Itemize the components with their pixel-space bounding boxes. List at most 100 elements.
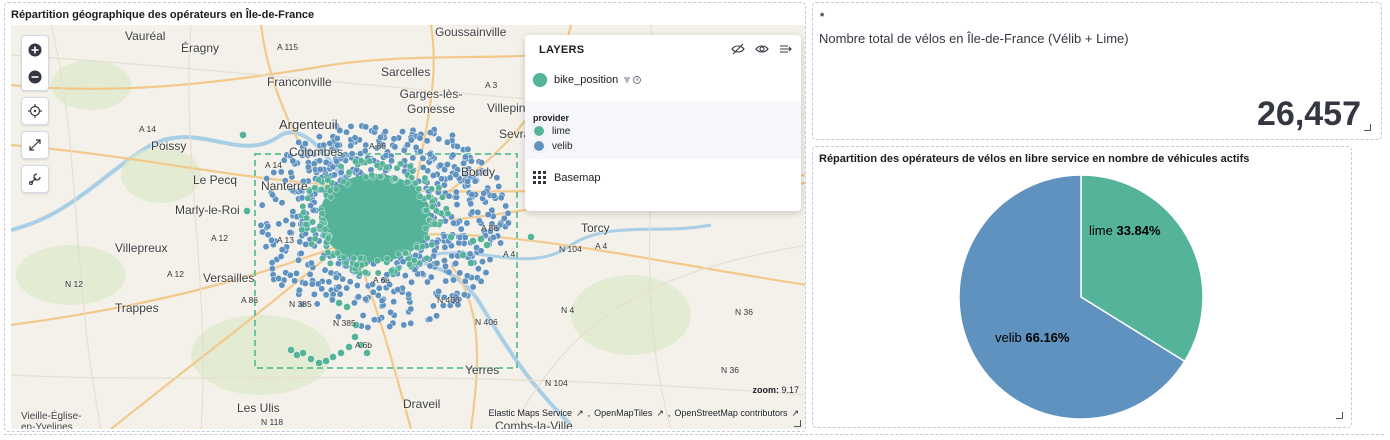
velib-point	[435, 135, 443, 143]
velib-point	[484, 211, 492, 219]
velib-point	[313, 300, 321, 308]
lime-point	[382, 163, 390, 171]
zoom-out-button[interactable]	[22, 63, 48, 90]
velib-point	[291, 277, 299, 285]
attribution-link[interactable]: OpenMapTiles	[594, 408, 652, 419]
lime-point	[439, 193, 446, 201]
lime-point	[302, 221, 310, 229]
place-label: Trappes	[115, 301, 159, 315]
velib-point	[289, 221, 297, 228]
slice-name: velib	[995, 330, 1022, 345]
velib-point	[443, 138, 451, 146]
velib-point	[322, 291, 330, 299]
velib-point	[295, 286, 303, 294]
velib-point	[445, 268, 453, 276]
place-label: Les Ulis	[237, 401, 280, 415]
collapse-panel-icon[interactable]	[779, 43, 793, 55]
resize-handle[interactable]	[794, 420, 801, 427]
velib-point	[308, 280, 316, 288]
velib-point	[289, 208, 297, 216]
eye-icon[interactable]	[755, 43, 769, 55]
road-label: A 6b	[355, 340, 373, 350]
velib-point	[464, 145, 472, 153]
velib-point	[407, 305, 415, 313]
velib-point	[469, 283, 477, 291]
lime-point	[391, 175, 399, 183]
resize-handle[interactable]	[1336, 412, 1343, 419]
lime-point	[353, 261, 360, 269]
velib-point	[275, 275, 283, 282]
legend-label: lime	[552, 125, 571, 137]
provider-legend: provider lime velib	[525, 101, 801, 159]
attribution-link[interactable]: Elastic Maps Service	[489, 408, 573, 419]
velib-point	[270, 169, 278, 176]
velib-point	[452, 259, 460, 267]
locate-button[interactable]	[21, 97, 49, 125]
map-canvas[interactable]: Vauréal Éragny Goussainville Franconville Sa…	[11, 25, 805, 429]
velib-point	[442, 277, 450, 285]
road-label: N 104	[545, 378, 568, 388]
velib-point	[278, 199, 286, 207]
velib-point	[426, 315, 434, 323]
lime-point	[326, 187, 334, 195]
draw-tool-button[interactable]	[21, 165, 49, 193]
lime-point	[366, 157, 373, 165]
velib-point	[362, 123, 370, 131]
zoom-in-button[interactable]	[22, 36, 48, 63]
place-label: Torcy	[581, 221, 610, 235]
velib-point	[321, 266, 329, 274]
velib-point	[307, 202, 315, 210]
velib-point	[445, 192, 453, 200]
velib-point	[347, 122, 355, 130]
velib-point	[391, 143, 399, 151]
eye-closed-icon[interactable]	[731, 43, 745, 55]
metric-label: Nombre total de vélos en Île-de-France (…	[819, 31, 1129, 46]
velib-point	[502, 202, 510, 210]
velib-point	[463, 272, 471, 280]
velib-point	[477, 247, 485, 255]
lime-point	[298, 226, 306, 234]
attribution-link[interactable]: OpenStreetMap contributors	[674, 408, 787, 419]
metric-value: 26,457	[1257, 95, 1361, 133]
velib-point	[390, 135, 398, 143]
resize-handle[interactable]	[1364, 124, 1371, 131]
velib-point	[426, 129, 434, 137]
road-label: N 36	[735, 307, 753, 317]
lime-point	[388, 267, 395, 275]
velib-point	[310, 290, 318, 298]
velib-point	[257, 221, 265, 229]
park-area	[16, 245, 126, 305]
road-label: A 86	[369, 141, 387, 151]
velib-point	[330, 171, 338, 179]
road-label: N 118	[261, 417, 284, 427]
fullscreen-button[interactable]	[21, 131, 49, 159]
lime-point	[300, 208, 308, 216]
velib-point	[429, 302, 437, 310]
velib-point	[426, 262, 434, 270]
layer-row-basemap[interactable]: Basemap	[533, 171, 600, 184]
metric-panel: * Nombre total de vélos en Île-de-France…	[812, 2, 1382, 140]
lime-point	[315, 359, 323, 367]
velib-point	[468, 191, 476, 199]
velib-point	[416, 148, 424, 156]
park-area	[121, 147, 201, 203]
road-label: A 115	[277, 42, 299, 52]
velib-point	[463, 219, 471, 227]
velib-point	[441, 243, 449, 251]
road-label: A 6a	[373, 275, 391, 285]
slice-percent: 66.16%	[1025, 330, 1070, 345]
road-label: N 385	[289, 299, 312, 309]
lime-point	[326, 259, 334, 267]
road-label: N 104	[559, 244, 582, 254]
external-link-icon: ↗	[576, 408, 584, 418]
legend-item-velib: velib	[533, 140, 573, 152]
lime-point	[447, 233, 455, 241]
velib-point	[429, 172, 437, 179]
lime-point	[318, 209, 326, 217]
layer-row-bike-position[interactable]: bike_position	[533, 73, 645, 87]
lime-point	[343, 303, 351, 311]
velib-point	[369, 288, 377, 296]
zoom-controls	[21, 35, 49, 91]
lime-point	[357, 157, 365, 165]
pie-panel: Répartition des opérateurs de vélos en l…	[812, 146, 1352, 428]
